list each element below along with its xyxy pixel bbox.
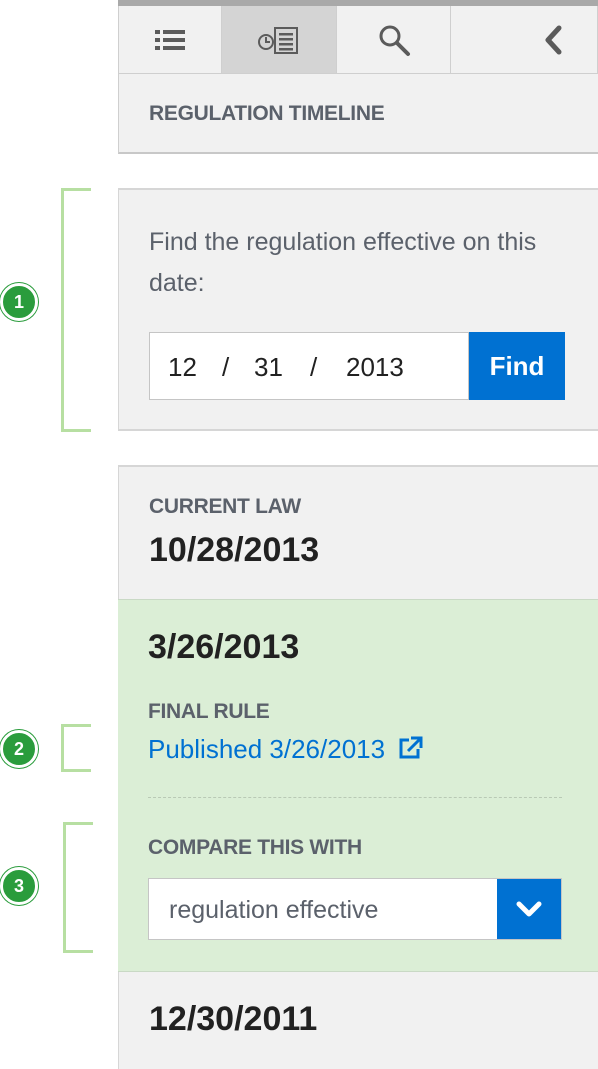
compare-select-value: regulation effective	[169, 896, 379, 924]
list-icon	[155, 29, 185, 50]
date-separator: /	[310, 352, 318, 382]
chevron-down-icon	[516, 901, 542, 917]
table-of-contents-button[interactable]	[118, 6, 222, 73]
callout-badge-2: 2	[0, 730, 38, 768]
timeline-item-current[interactable]: CURRENT LAW 10/28/2013	[118, 465, 598, 599]
toolbar	[118, 0, 598, 74]
current-law-label: CURRENT LAW	[149, 495, 301, 518]
section-title: REGULATION TIMELINE	[118, 74, 598, 154]
date-separator: /	[222, 352, 230, 382]
finder-prompt: Find the regulation effective on this da…	[149, 228, 537, 297]
collapse-sidebar-button[interactable]	[451, 6, 598, 73]
compare-label: COMPARE THIS WITH	[148, 836, 362, 859]
current-law-date: 10/28/2013	[149, 531, 320, 569]
final-rule-label: FINAL RULE	[148, 700, 270, 723]
day-field[interactable]: 31	[254, 352, 283, 383]
callout-bracket-2	[61, 724, 91, 772]
published-link[interactable]: Published 3/26/2013	[148, 734, 424, 765]
search-icon	[379, 25, 410, 56]
timeline-icon	[258, 26, 298, 54]
divider	[148, 797, 562, 798]
chevron-left-icon	[545, 25, 562, 54]
date-input[interactable]: 12 / 31 / 2013	[149, 332, 469, 400]
callout-bracket-1	[61, 188, 91, 432]
timeline-item-older[interactable]: 12/30/2011	[118, 972, 598, 1069]
callout-bracket-3	[63, 822, 93, 953]
callout-badge-3: 3	[0, 867, 38, 905]
older-version-date: 12/30/2011	[149, 1000, 318, 1038]
date-finder-panel: Find the regulation effective on this da…	[118, 188, 598, 431]
callout-badge-1: 1	[0, 283, 38, 321]
compare-dropdown-button[interactable]	[497, 879, 561, 939]
timeline-button[interactable]	[222, 6, 337, 73]
selected-version-date: 3/26/2013	[148, 628, 300, 666]
find-button[interactable]: Find	[469, 332, 565, 400]
external-link-icon	[399, 736, 423, 759]
search-button[interactable]	[337, 6, 451, 73]
month-field[interactable]: 12	[168, 352, 197, 383]
published-link-text[interactable]: Published 3/26/2013	[148, 734, 385, 764]
timeline-item-selected: 3/26/2013 FINAL RULE Published 3/26/2013…	[118, 599, 598, 972]
year-field[interactable]: 2013	[346, 352, 404, 383]
compare-select[interactable]: regulation effective	[148, 878, 562, 940]
